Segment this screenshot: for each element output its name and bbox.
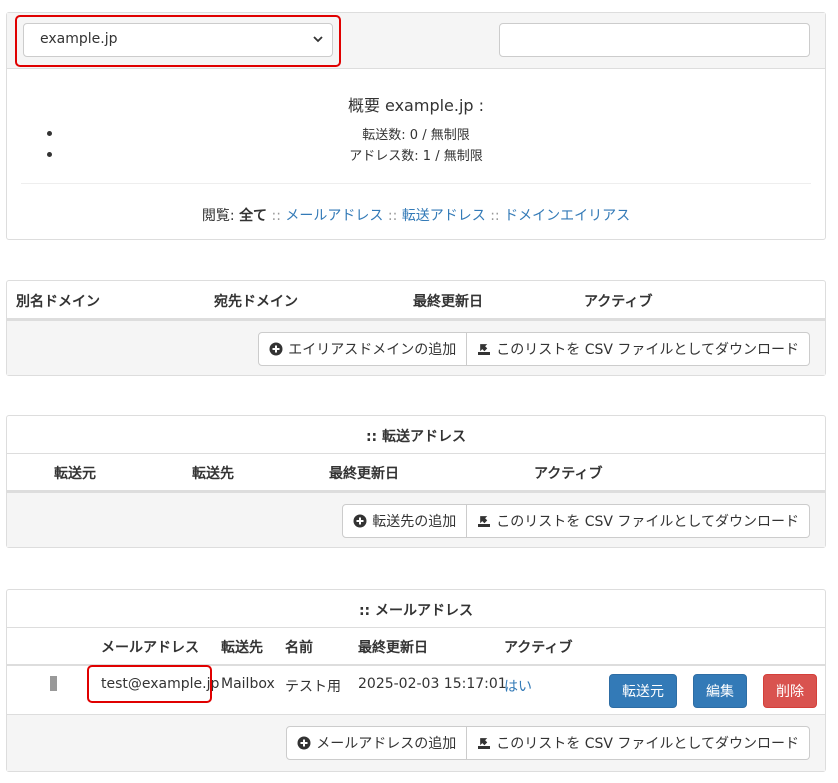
title-rule <box>7 453 825 454</box>
row-marker-icon <box>50 676 57 691</box>
edit-button[interactable]: 編集 <box>693 674 747 708</box>
download-csv-button[interactable]: このリストを CSV ファイルとしてダウンロード <box>467 504 810 538</box>
divider <box>21 183 811 184</box>
add-alias-domain-label: エイリアスドメインの追加 <box>288 342 457 358</box>
forwarding-footer: 転送先の追加 このリストを CSV ファイルとしてダウンロード <box>7 492 825 547</box>
forwarding-panel: :: 転送アドレス 転送元 転送先 最終更新日 アクティブ 転送先の追加 このリ… <box>6 415 826 548</box>
forwarding-actions: 転送先の追加 このリストを CSV ファイルとしてダウンロード <box>342 504 810 538</box>
mailbox-active-toggle[interactable]: はい <box>504 676 532 696</box>
download-csv-label: このリストを CSV ファイルとしてダウンロード <box>496 342 799 358</box>
col-alias-domain: 別名ドメイン <box>16 294 100 310</box>
mailbox-forward: Mailbox <box>221 676 275 692</box>
mailboxes-panel: :: メールアドレス メールアドレス 転送先 名前 最終更新日 アクティブ te… <box>6 589 826 772</box>
view-filter: 閲覧: 全て :: メールアドレス :: 転送アドレス :: ドメインエイリアス <box>7 205 825 225</box>
view-label: 閲覧: <box>201 208 235 224</box>
table-row: test@example.jp Mailbox テスト用 2025-02-03 … <box>7 665 825 714</box>
col-last-modified: 最終更新日 <box>413 294 483 310</box>
separator: :: <box>387 208 398 224</box>
col-active: アクティブ <box>584 294 653 310</box>
forwarding-title: :: 転送アドレス <box>365 429 467 445</box>
add-alias-domain-button[interactable]: エイリアスドメインの追加 <box>258 332 468 366</box>
mailbox-name: テスト用 <box>285 679 341 695</box>
add-forward-label: 転送先の追加 <box>372 514 457 530</box>
col-forward-from: 転送元 <box>54 466 96 482</box>
alias-domains-panel: 別名ドメイン 宛先ドメイン 最終更新日 アクティブ エイリアスドメインの追加 こ… <box>6 280 826 376</box>
download-csv-label: このリストを CSV ファイルとしてダウンロード <box>496 736 799 752</box>
mailboxes-footer: メールアドレスの追加 このリストを CSV ファイルとしてダウンロード <box>7 714 825 771</box>
separator: :: <box>490 208 500 224</box>
col-name: 名前 <box>285 640 313 656</box>
view-link-mailboxes[interactable]: メールアドレス <box>285 208 383 224</box>
search-input[interactable] <box>499 23 810 57</box>
add-mailbox-button[interactable]: メールアドレスの追加 <box>286 726 468 760</box>
domain-select-highlight <box>15 15 341 67</box>
separator: :: <box>271 208 281 224</box>
mailbox-address-highlight <box>87 665 212 703</box>
download-icon <box>478 344 491 355</box>
download-csv-button[interactable]: このリストを CSV ファイルとしてダウンロード <box>467 332 810 366</box>
add-forward-button[interactable]: 転送先の追加 <box>342 504 468 538</box>
mailboxes-title: :: メールアドレス <box>358 603 474 619</box>
col-last-modified: 最終更新日 <box>358 640 428 656</box>
address-count: アドレス数: 1 / 無制限 <box>349 149 483 164</box>
view-link-forwarding[interactable]: 転送アドレス <box>402 208 486 224</box>
download-icon <box>478 516 491 527</box>
col-target-domain: 宛先ドメイン <box>214 294 298 310</box>
plus-circle-icon <box>269 342 283 356</box>
col-email: メールアドレス <box>101 640 199 656</box>
title-rule <box>7 627 825 628</box>
col-active: アクティブ <box>504 640 573 656</box>
download-icon <box>478 738 491 749</box>
delete-button[interactable]: 削除 <box>763 674 817 708</box>
view-link-alias-domains[interactable]: ドメインエイリアス <box>504 208 630 224</box>
overview-title: 概要 example.jp : <box>347 96 485 115</box>
mailbox-modified: 2025-02-03 15:17:01 <box>358 676 507 692</box>
overview-header: example.jp <box>7 13 825 69</box>
col-last-modified: 最終更新日 <box>329 466 399 482</box>
alias-from-button[interactable]: 転送元 <box>609 674 677 708</box>
alias-domains-footer: エイリアスドメインの追加 このリストを CSV ファイルとしてダウンロード <box>7 320 825 375</box>
plus-circle-icon <box>353 514 367 528</box>
download-csv-button[interactable]: このリストを CSV ファイルとしてダウンロード <box>467 726 810 760</box>
alias-domains-actions: エイリアスドメインの追加 このリストを CSV ファイルとしてダウンロード <box>258 332 810 366</box>
overview-panel: example.jp 概要 example.jp : 転送数: 0 / 無制限 … <box>6 12 826 240</box>
download-csv-label: このリストを CSV ファイルとしてダウンロード <box>496 514 799 530</box>
col-forward-to: 転送先 <box>192 466 234 482</box>
col-active: アクティブ <box>534 466 603 482</box>
add-mailbox-label: メールアドレスの追加 <box>316 736 457 752</box>
col-forward-to: 転送先 <box>221 640 263 656</box>
view-all: 全て <box>239 208 268 224</box>
plus-circle-icon <box>297 736 311 750</box>
forward-count: 転送数: 0 / 無制限 <box>362 128 470 143</box>
mailboxes-actions: メールアドレスの追加 このリストを CSV ファイルとしてダウンロード <box>286 726 810 760</box>
